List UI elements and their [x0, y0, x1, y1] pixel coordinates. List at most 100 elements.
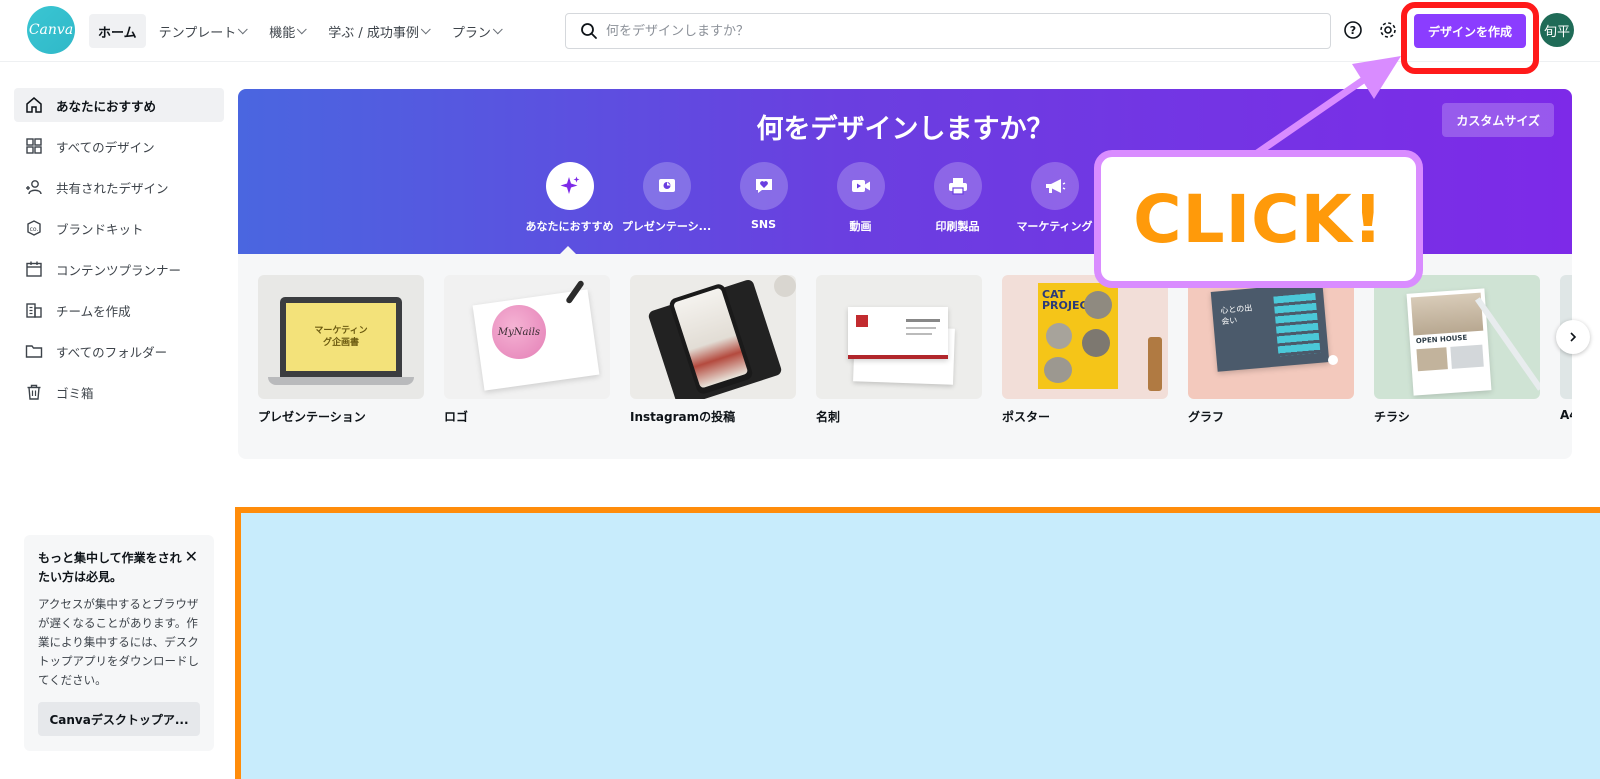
- template-business-card[interactable]: 名刺: [816, 275, 982, 425]
- gear-icon[interactable]: [1376, 18, 1400, 42]
- template-label: グラフ: [1188, 410, 1225, 424]
- template-instagram[interactable]: Instagramの投稿: [630, 275, 796, 425]
- nav-plans[interactable]: プラン: [443, 14, 511, 48]
- category-label: 動画: [849, 220, 872, 233]
- svg-text:co.: co.: [30, 226, 39, 233]
- template-thumbnail: 心との出会い: [1188, 275, 1354, 399]
- template-label: プレゼンテーション: [258, 410, 366, 424]
- calendar-icon: [25, 260, 43, 278]
- chevron-down-icon: [492, 23, 503, 34]
- sidebar-item-label: ゴミ箱: [56, 385, 94, 401]
- sidebar-item-team[interactable]: チームを作成: [14, 293, 224, 327]
- sidebar-item-label: すべてのデザイン: [56, 139, 155, 155]
- sidebar-item-label: 共有されたデザイン: [56, 180, 169, 196]
- team-building-icon: [25, 301, 43, 319]
- nav-home[interactable]: ホーム: [89, 14, 146, 48]
- main-nav: ホーム テンプレート 機能 学ぶ / 成功事例 プラン: [89, 14, 511, 48]
- close-icon[interactable]: ✕: [185, 547, 198, 566]
- home-icon: [25, 96, 43, 114]
- avatar[interactable]: 旬平: [1540, 13, 1574, 47]
- category-video[interactable]: 動画: [812, 162, 909, 234]
- sidebar-item-trash[interactable]: ゴミ箱: [14, 375, 224, 409]
- desktop-app-notice: もっと集中して作業をされたい方は必見。 ✕ アクセスが集中するとブラウザが遅くな…: [24, 535, 214, 751]
- search-bar[interactable]: [565, 13, 1331, 49]
- sidebar-item-label: すべてのフォルダー: [56, 344, 168, 360]
- click-callout: CLICK!: [1094, 150, 1423, 288]
- template-row: マーケティング企画書 プレゼンテーション MyNails ロゴ Instagra…: [258, 275, 1572, 425]
- presentation-icon: [658, 179, 675, 192]
- megaphone-icon: [1045, 179, 1065, 193]
- template-poster[interactable]: CAT PROJECT ポスター: [1002, 275, 1168, 425]
- template-logo[interactable]: MyNails ロゴ: [444, 275, 610, 425]
- sidebar-item-recommended[interactable]: あなたにおすすめ: [14, 88, 224, 122]
- template-label: 名刺: [816, 410, 841, 424]
- template-label: ロゴ: [444, 410, 469, 424]
- nav-learn[interactable]: 学ぶ / 成功事例: [319, 14, 439, 48]
- template-thumbnail: [630, 275, 796, 399]
- template-flyer[interactable]: OPEN HOUSE チラシ: [1374, 275, 1540, 425]
- nav-plans-label: プラン: [451, 25, 491, 41]
- category-list: あなたにおすすめ プレゼンテーシ... SNS 動画 印刷製品 マーケティング: [521, 162, 1103, 234]
- category-presentation[interactable]: プレゼンテーシ...: [618, 162, 715, 234]
- category-label: SNS: [750, 218, 777, 231]
- category-marketing[interactable]: マーケティング: [1006, 162, 1103, 234]
- category-label: プレゼンテーシ...: [621, 220, 712, 233]
- category-sns[interactable]: SNS: [715, 162, 812, 234]
- highlight-frame: [1401, 2, 1539, 74]
- sidebar-item-label: コンテンツプランナー: [56, 262, 182, 278]
- template-label: ポスター: [1002, 410, 1051, 424]
- sidebar-item-planner[interactable]: コンテンツプランナー: [14, 252, 224, 286]
- grid-icon: [25, 137, 43, 155]
- template-thumbnail: MyNails: [444, 275, 610, 399]
- sparkle-icon: [560, 176, 579, 194]
- template-graph[interactable]: 心との出会い グラフ: [1188, 275, 1354, 425]
- sidebar-item-folders[interactable]: すべてのフォルダー: [14, 334, 224, 368]
- canva-logo[interactable]: Canva: [27, 6, 75, 54]
- nav-templates[interactable]: テンプレート: [150, 14, 257, 48]
- custom-size-button[interactable]: カスタムサイズ: [1442, 103, 1554, 137]
- search-input[interactable]: [606, 23, 1286, 39]
- template-thumbnail: CAT PROJECT: [1002, 275, 1168, 399]
- category-label: あなたにおすすめ: [525, 220, 614, 233]
- thumbnail-text: 心との出会い: [1220, 303, 1253, 327]
- sidebar-item-label: あなたにおすすめ: [56, 98, 157, 114]
- sidebar: あなたにおすすめ すべてのデザイン 共有されたデザイン co. ブランドキット …: [14, 88, 224, 416]
- notice-body: アクセスが集中するとブラウザが遅くなることがあります。作業により集中するには、デ…: [38, 597, 199, 687]
- printer-icon: [948, 178, 967, 195]
- template-label: A4: [1560, 408, 1572, 422]
- top-bar: Canva ホーム テンプレート 機能 学ぶ / 成功事例 プラン ? デザイン…: [0, 0, 1600, 74]
- carousel-next-button[interactable]: [1556, 320, 1590, 354]
- category-label: マーケティング: [1016, 220, 1093, 233]
- search-icon: [581, 23, 597, 39]
- template-label: チラシ: [1374, 410, 1410, 424]
- sidebar-item-shared[interactable]: 共有されたデザイン: [14, 170, 224, 204]
- sidebar-item-label: チームを作成: [56, 303, 131, 319]
- avatar-text: 旬平: [1543, 24, 1570, 40]
- question-circle-icon[interactable]: ?: [1341, 18, 1365, 42]
- category-recommended[interactable]: あなたにおすすめ: [521, 162, 618, 234]
- template-thumbnail: [816, 275, 982, 399]
- nav-features[interactable]: 機能: [260, 14, 315, 48]
- desktop-app-button[interactable]: Canvaデスクトップア...: [38, 702, 200, 736]
- template-thumbnail: マーケティング企画書: [258, 275, 424, 399]
- brand-kit-icon: co.: [25, 219, 43, 237]
- sidebar-item-brand-kit[interactable]: co. ブランドキット: [14, 211, 224, 245]
- thumbnail-text: MyNails: [497, 326, 541, 338]
- video-icon: [851, 180, 870, 192]
- category-print[interactable]: 印刷製品: [909, 162, 1006, 234]
- nav-templates-label: テンプレート: [158, 25, 237, 41]
- chevron-down-icon: [297, 23, 308, 34]
- template-presentation[interactable]: マーケティング企画書 プレゼンテーション: [258, 275, 424, 425]
- thumbnail-text: マーケティング企画書: [314, 326, 368, 348]
- chevron-down-icon: [420, 23, 431, 34]
- heart-chat-icon: [755, 179, 772, 193]
- thumbnail-text: CAT PROJECT: [1042, 288, 1096, 312]
- highlighted-content-area: [235, 507, 1600, 779]
- folder-icon: [25, 342, 43, 360]
- chevron-right-icon: [1570, 332, 1577, 342]
- nav-learn-label: 学ぶ / 成功事例: [328, 25, 419, 41]
- sidebar-item-all-designs[interactable]: すべてのデザイン: [14, 129, 224, 163]
- callout-text: CLICK!: [1133, 180, 1384, 258]
- trash-icon: [25, 383, 43, 401]
- nav-features-label: 機能: [269, 25, 296, 41]
